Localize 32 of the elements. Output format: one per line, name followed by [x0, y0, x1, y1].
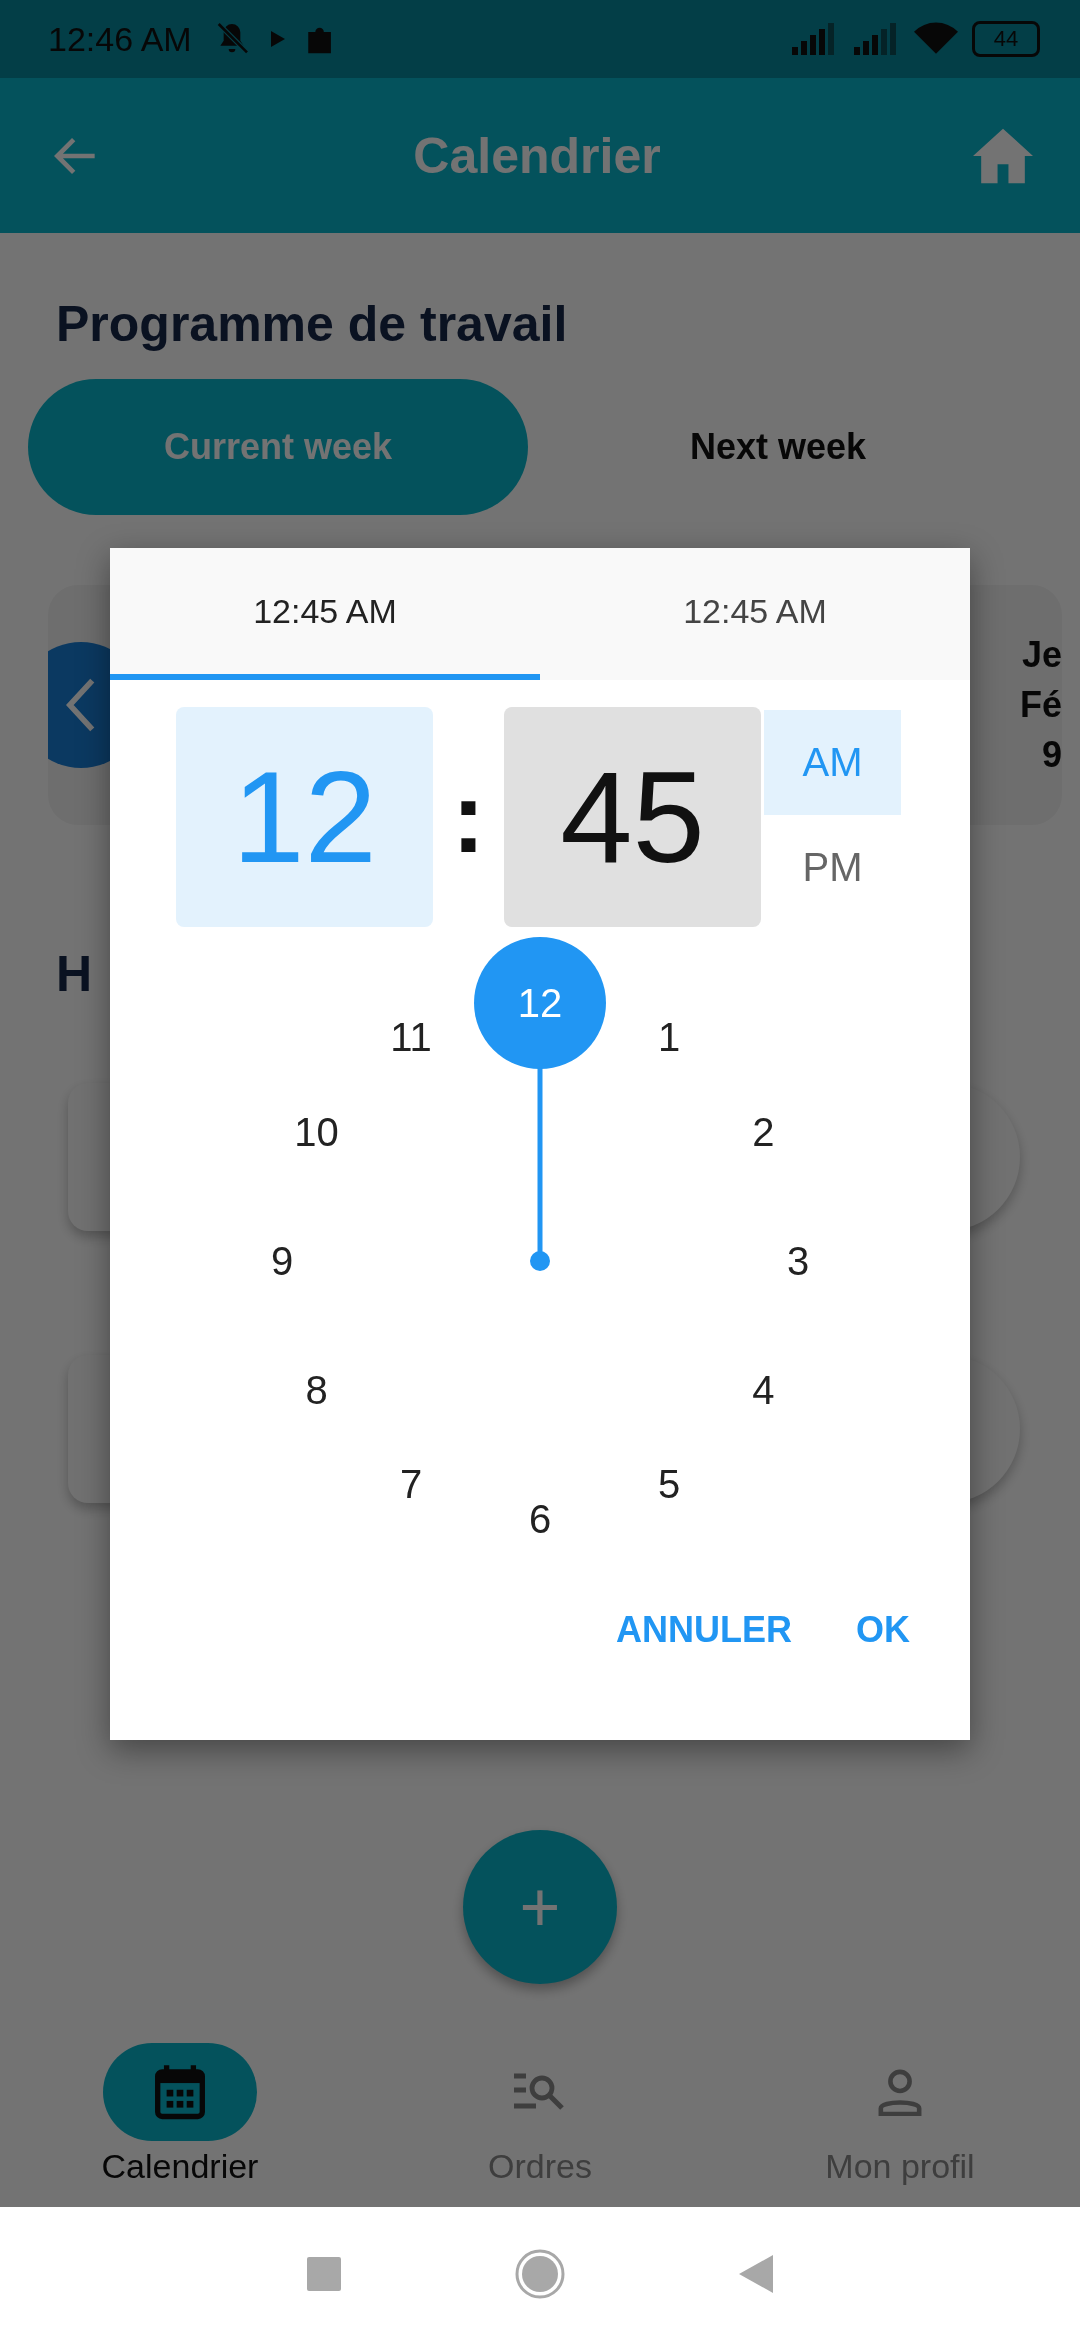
clock-number[interactable]: 5 [633, 1454, 705, 1515]
back-triangle-icon[interactable] [739, 2254, 773, 2293]
app-bar-title: Calendrier [413, 126, 661, 185]
clock-number[interactable]: 10 [280, 1102, 353, 1162]
period-option[interactable]: PM [764, 815, 901, 920]
time-tab[interactable]: 12:45 AM [540, 548, 970, 680]
clock-number[interactable]: 3 [762, 1231, 834, 1291]
clock-number[interactable]: 11 [375, 1007, 447, 1068]
clock-number[interactable]: 8 [280, 1360, 353, 1420]
clock-number[interactable]: 9 [246, 1231, 318, 1291]
time-tab[interactable]: 12:45 AM [110, 548, 540, 680]
wifi-icon [914, 22, 958, 56]
day-label: Je [1021, 634, 1062, 676]
clock-number[interactable]: 6 [504, 1489, 576, 1549]
nav-item[interactable]: Calendrier [0, 2037, 360, 2207]
page-heading: Programme de travail [56, 295, 569, 353]
minute-field[interactable]: 45 [504, 707, 761, 927]
week-tab[interactable]: Next week [528, 379, 1028, 515]
clock-number[interactable]: 4 [727, 1360, 800, 1420]
clock-number[interactable]: 2 [727, 1102, 800, 1162]
status-time: 12:46 AM [48, 19, 192, 59]
battery-level: 44 [993, 26, 1019, 52]
square-icon[interactable] [307, 2256, 341, 2291]
day-label: 9 [1041, 734, 1062, 776]
calendar-icon [153, 2063, 207, 2121]
clock-number[interactable]: 1 [633, 1007, 705, 1068]
circle-icon[interactable] [515, 2248, 565, 2299]
clock-number[interactable]: 7 [375, 1454, 447, 1515]
time-separator: : [450, 760, 487, 875]
person-icon [877, 2068, 923, 2116]
day-label: Fé [1020, 684, 1062, 726]
chevron-left-icon [66, 677, 96, 733]
